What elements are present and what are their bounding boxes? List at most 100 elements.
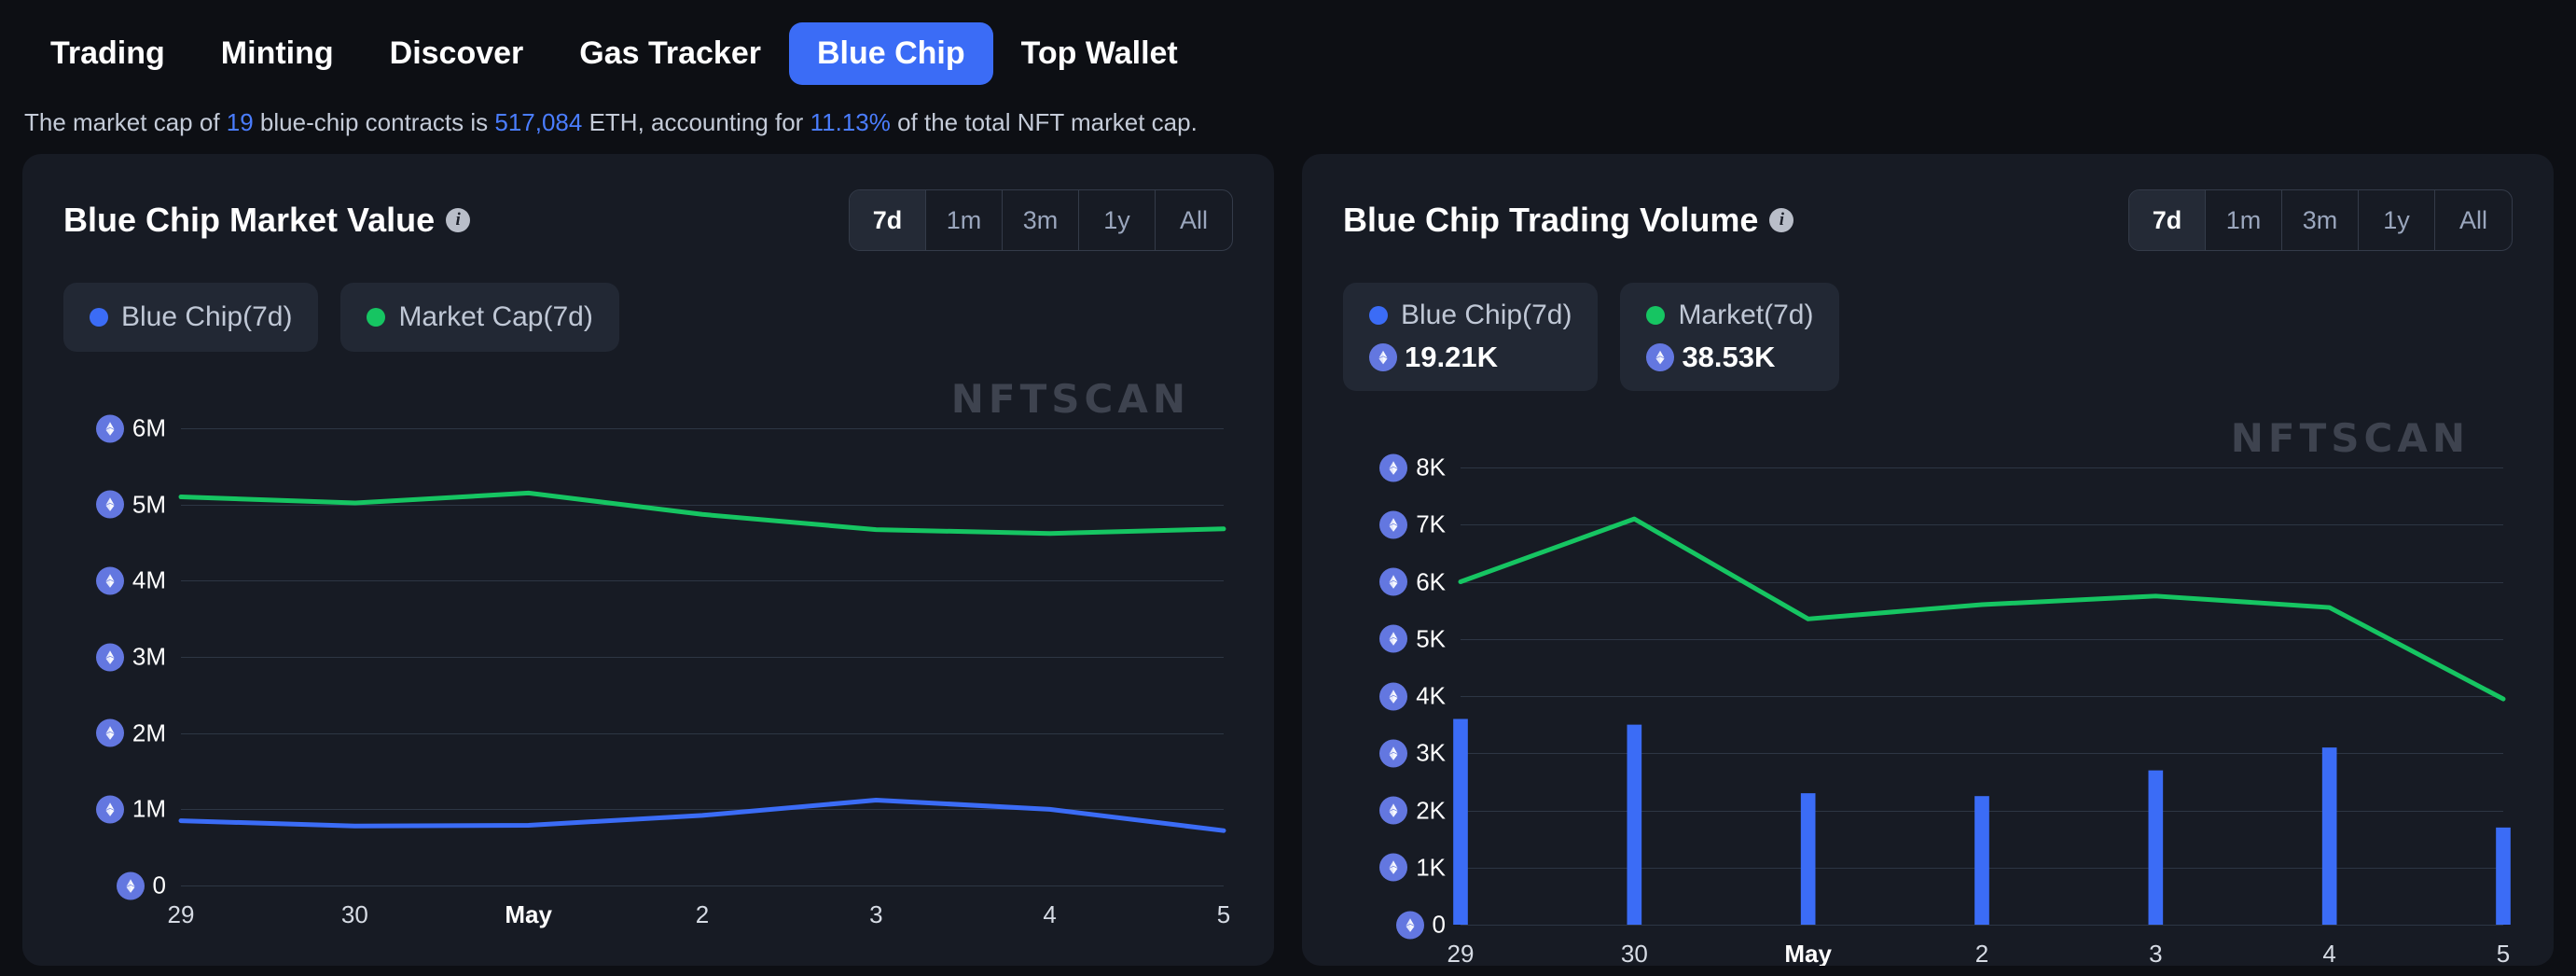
right-y-tick-label: 0 bbox=[1432, 910, 1446, 939]
eth-diamond-icon bbox=[105, 497, 115, 511]
right-x-tick-label: 29 bbox=[1447, 940, 1475, 966]
eth-diamond-icon bbox=[105, 421, 115, 436]
right-x-tick-label: 30 bbox=[1620, 940, 1648, 966]
right-bar bbox=[2148, 770, 2164, 925]
left-range-all[interactable]: All bbox=[1156, 190, 1232, 250]
eth-icon bbox=[95, 414, 124, 442]
left-range-selector: 7d 1m 3m 1y All bbox=[849, 189, 1233, 251]
eth-icon bbox=[1379, 853, 1408, 882]
info-icon[interactable]: i bbox=[1769, 208, 1794, 232]
nav-item-discover[interactable]: Discover bbox=[362, 22, 552, 85]
left-range-1m[interactable]: 1m bbox=[926, 190, 1003, 250]
right-y-tick: 2K bbox=[1379, 796, 1446, 825]
summary-text-4: of the total NFT market cap. bbox=[890, 108, 1198, 136]
right-range-1y[interactable]: 1y bbox=[2359, 190, 2435, 250]
eth-diamond-icon bbox=[105, 574, 115, 588]
right-range-1m[interactable]: 1m bbox=[2206, 190, 2282, 250]
left-y-tick-label: 3M bbox=[132, 642, 166, 671]
left-y-tick-label: 1M bbox=[132, 794, 166, 823]
right-legend-market-value: 38.53K bbox=[1682, 341, 1776, 373]
left-x-tick-label: 5 bbox=[1216, 900, 1231, 928]
nav-item-blue-chip[interactable]: Blue Chip bbox=[788, 21, 993, 85]
right-y-tick: 3K bbox=[1379, 739, 1446, 768]
right-y-tick-label: 4K bbox=[1416, 681, 1446, 710]
right-legend-market-value-row: 38.53K bbox=[1646, 341, 1813, 374]
eth-diamond-icon bbox=[126, 878, 135, 893]
info-icon[interactable]: i bbox=[446, 208, 471, 232]
left-x-axis: 29 30 May 2 3 4 5 bbox=[168, 900, 1231, 941]
eth-diamond-icon bbox=[1389, 689, 1398, 704]
nav-item-trading[interactable]: Trading bbox=[22, 22, 193, 85]
eth-icon bbox=[1379, 796, 1408, 825]
left-legend-market-cap[interactable]: Market Cap(7d) bbox=[340, 283, 619, 352]
eth-diamond-icon bbox=[1389, 632, 1398, 647]
right-x-tick-label: May bbox=[1784, 940, 1832, 966]
left-card-title: Blue Chip Market Value i bbox=[63, 201, 471, 240]
series-dot-icon bbox=[367, 308, 386, 327]
left-card-header: Blue Chip Market Value i 7d 1m 3m 1y All bbox=[22, 154, 1274, 251]
left-y-tick-label: 2M bbox=[132, 718, 166, 747]
right-legend-blue-chip-label: Blue Chip(7d) bbox=[1401, 300, 1572, 330]
left-y-tick-label: 5M bbox=[132, 490, 166, 519]
right-y-tick-label: 8K bbox=[1416, 453, 1446, 481]
eth-diamond-icon bbox=[1389, 575, 1398, 589]
eth-diamond-icon bbox=[1389, 860, 1398, 875]
right-y-tick: 6K bbox=[1379, 567, 1446, 596]
right-y-tick-label: 6K bbox=[1416, 567, 1446, 595]
right-y-tick: 7K bbox=[1379, 510, 1446, 539]
right-plot: NFTSCAN 8K 7K 6K 5K 4K 3K 2K 1K 0 29 30 May 2 3 4 5 bbox=[1343, 415, 2513, 966]
left-plot: NFTSCAN 6M 5M 4M 3M 2M 1M 0 29 30 May 2 3 4 5 bbox=[63, 376, 1233, 928]
right-legend-blue-chip-value-row: 19.21K bbox=[1369, 341, 1572, 374]
right-legend-market-label: Market(7d) bbox=[1678, 300, 1814, 330]
eth-icon bbox=[95, 643, 124, 671]
left-x-tick-label: 30 bbox=[340, 900, 368, 928]
right-legend-blue-chip-value: 19.21K bbox=[1405, 341, 1498, 373]
nftscan-watermark: NFTSCAN bbox=[950, 376, 1190, 422]
right-x-axis: 29 30 May 2 3 4 5 bbox=[1447, 940, 2511, 966]
left-y-tick: 0 bbox=[116, 871, 166, 900]
right-y-tick-label: 1K bbox=[1416, 853, 1446, 882]
eth-icon bbox=[95, 718, 124, 747]
right-range-3m[interactable]: 3m bbox=[2282, 190, 2359, 250]
right-bar bbox=[2321, 747, 2337, 925]
main-navigation: Trading Minting Discover Gas Tracker Blu… bbox=[0, 0, 2576, 103]
left-gridline bbox=[181, 885, 1224, 886]
left-range-7d[interactable]: 7d bbox=[850, 190, 926, 250]
right-legend: Blue Chip(7d) 19.21K Market(7d) 38.53K bbox=[1302, 251, 2554, 391]
nav-item-gas-tracker[interactable]: Gas Tracker bbox=[551, 22, 789, 85]
eth-icon bbox=[1379, 567, 1408, 596]
right-legend-blue-chip[interactable]: Blue Chip(7d) 19.21K bbox=[1343, 283, 1599, 391]
right-y-tick: 1K bbox=[1379, 853, 1446, 882]
page-title-text: Blue Chip Market Value bbox=[63, 201, 436, 239]
right-range-7d[interactable]: 7d bbox=[2129, 190, 2206, 250]
series-dot-icon bbox=[90, 308, 108, 327]
eth-icon bbox=[95, 795, 124, 824]
left-legend-blue-chip[interactable]: Blue Chip(7d) bbox=[63, 283, 319, 352]
left-line bbox=[181, 493, 1224, 533]
right-bar bbox=[1453, 718, 1468, 925]
right-range-all[interactable]: All bbox=[2435, 190, 2512, 250]
left-y-axis: 6M 5M 4M 3M 2M 1M 0 bbox=[63, 414, 173, 899]
nav-item-minting[interactable]: Minting bbox=[193, 22, 362, 85]
eth-icon bbox=[1379, 510, 1408, 539]
right-line bbox=[1461, 519, 2503, 699]
left-y-tick: 1M bbox=[95, 794, 166, 824]
right-y-tick-label: 2K bbox=[1416, 796, 1446, 824]
eth-icon bbox=[1395, 911, 1424, 939]
left-legend-market-cap-row: Market Cap(7d) bbox=[367, 301, 593, 333]
summary-text-3: ETH, accounting for bbox=[582, 108, 810, 136]
nav-item-top-wallet[interactable]: Top Wallet bbox=[993, 22, 1206, 85]
left-y-tick: 5M bbox=[95, 490, 166, 519]
eth-diamond-icon bbox=[1655, 350, 1665, 365]
left-range-3m[interactable]: 3m bbox=[1003, 190, 1079, 250]
blue-chip-market-value-card: Blue Chip Market Value i 7d 1m 3m 1y All… bbox=[22, 154, 1274, 966]
right-bar bbox=[2496, 827, 2511, 925]
left-legend-market-cap-label: Market Cap(7d) bbox=[398, 301, 593, 332]
eth-icon bbox=[1379, 682, 1408, 710]
right-x-tick-label: 5 bbox=[2496, 940, 2511, 966]
left-range-1y[interactable]: 1y bbox=[1079, 190, 1156, 250]
left-x-tick-label: 29 bbox=[167, 900, 195, 928]
right-legend-market[interactable]: Market(7d) 38.53K bbox=[1620, 283, 1840, 391]
eth-icon bbox=[1379, 453, 1408, 481]
left-series-layer bbox=[181, 428, 1224, 885]
